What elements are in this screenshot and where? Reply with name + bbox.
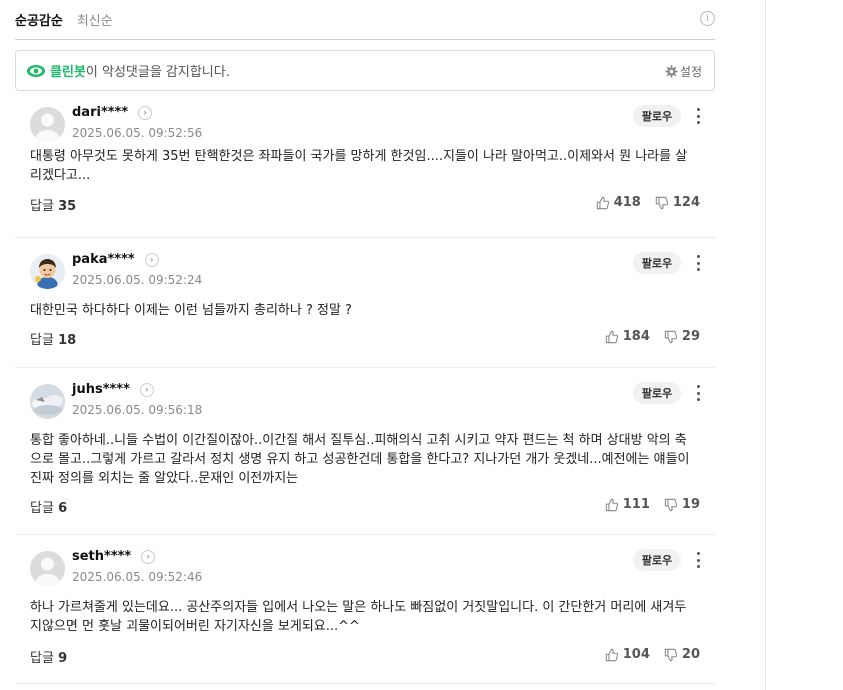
follow-button[interactable]: 팔로우: [633, 105, 681, 127]
dislike-button[interactable]: 124: [655, 195, 700, 210]
like-button[interactable]: 418: [596, 195, 641, 210]
like-button[interactable]: 104: [605, 647, 650, 662]
thumbs-down-icon: [655, 196, 668, 209]
vote-group: 104 20: [591, 647, 700, 662]
settings-label: 설정: [679, 65, 702, 79]
username-row: dari**** ›: [72, 105, 153, 120]
dislike-button[interactable]: 19: [664, 497, 700, 512]
reply-button[interactable]: 답글 35: [30, 195, 76, 214]
reply-label: 답글: [30, 651, 54, 666]
sort-tab-popular[interactable]: 순공감순: [15, 10, 63, 29]
cleanbot-message: 이 악성댓글을 감지합니다.: [85, 65, 230, 80]
thumbs-up-icon: [605, 498, 618, 511]
sort-bar: 순공감순 최신순 i: [15, 0, 715, 40]
info-icon[interactable]: i: [700, 11, 715, 26]
comment-text: 하나 가르쳐줄게 있는데요... 공산주의자들 입에서 나오는 말은 하나도 빠…: [30, 600, 687, 634]
thumbs-down-icon: [664, 330, 677, 343]
thumbs-down-icon: [664, 498, 677, 511]
more-options-icon[interactable]: [695, 254, 701, 272]
reply-count: 18: [58, 333, 77, 348]
dislike-button[interactable]: 29: [664, 329, 700, 344]
timestamp: 2025.06.05. 09:56:18: [72, 403, 203, 417]
vote-group: 111 19: [591, 497, 700, 512]
right-divider: [765, 0, 766, 690]
vote-group: 418 124: [582, 195, 700, 210]
cleanbot-settings-button[interactable]: 설정: [665, 63, 702, 80]
more-options-icon[interactable]: [695, 384, 701, 402]
reply-label: 답글: [30, 333, 54, 348]
reply-count: 35: [58, 199, 77, 214]
chevron-right-icon[interactable]: ›: [139, 382, 154, 397]
more-options-icon[interactable]: [695, 107, 701, 125]
follow-button[interactable]: 팔로우: [633, 549, 681, 571]
like-count: 111: [622, 497, 650, 512]
chevron-right-icon[interactable]: ›: [141, 549, 156, 564]
reply-button[interactable]: 답글 6: [30, 497, 67, 516]
more-options-icon[interactable]: [695, 551, 701, 569]
dislike-count: 124: [672, 195, 700, 210]
cleanbot-logo-icon: [27, 64, 45, 77]
dislike-count: 29: [681, 329, 700, 344]
timestamp: 2025.06.05. 09:52:46: [72, 570, 203, 584]
like-count: 184: [622, 329, 650, 344]
comment-text: 대통령 아무것도 못하게 35번 탄핵한것은 좌파들이 국가를 망하게 한것임.…: [30, 149, 688, 183]
username[interactable]: paka****: [72, 252, 135, 267]
like-count: 418: [613, 195, 641, 210]
avatar[interactable]: [30, 384, 65, 419]
thumbs-up-icon: [596, 196, 609, 209]
reply-count: 9: [58, 651, 68, 666]
gear-icon: [665, 65, 678, 78]
timestamp: 2025.06.05. 09:52:24: [72, 273, 203, 287]
comment-item: dari**** › 2025.06.05. 09:52:56 팔로우 대통령 …: [15, 91, 715, 238]
username[interactable]: dari****: [72, 105, 128, 120]
like-button[interactable]: 111: [605, 497, 650, 512]
reply-label: 답글: [30, 501, 54, 516]
dislike-button[interactable]: 20: [664, 647, 700, 662]
comment-section: 순공감순 최신순 i 클린봇 이 악성댓글을 감지합니다. 설정 dari***…: [15, 0, 715, 684]
username-row: seth**** ›: [72, 549, 156, 564]
avatar[interactable]: [30, 254, 65, 289]
follow-button[interactable]: 팔로우: [633, 252, 681, 274]
thumbs-down-icon: [664, 648, 677, 661]
dislike-count: 19: [681, 497, 700, 512]
reply-button[interactable]: 답글 9: [30, 647, 67, 666]
sort-tab-latest[interactable]: 최신순: [77, 10, 113, 29]
reply-button[interactable]: 답글 18: [30, 329, 76, 348]
chevron-right-icon[interactable]: ›: [138, 105, 153, 120]
username-row: juhs**** ›: [72, 382, 154, 397]
dislike-count: 20: [681, 647, 700, 662]
vote-group: 184 29: [591, 329, 700, 344]
username[interactable]: juhs****: [72, 382, 130, 397]
reply-count: 6: [58, 501, 68, 516]
reply-label: 답글: [30, 199, 54, 214]
username[interactable]: seth****: [72, 549, 131, 564]
comment-item: juhs**** › 2025.06.05. 09:56:18 팔로우 통합 좋…: [15, 368, 715, 535]
comment-text: 통합 좋아하네..니들 수법이 이간질이잖아..이간질 해서 질투심..피해의식…: [30, 433, 690, 486]
chevron-right-icon[interactable]: ›: [144, 252, 159, 267]
like-button[interactable]: 184: [605, 329, 650, 344]
cleanbot-name: 클린봇: [50, 65, 86, 80]
comment-item: paka**** › 2025.06.05. 09:52:24 팔로우 대한민국…: [15, 238, 715, 368]
comment-item: seth**** › 2025.06.05. 09:52:46 팔로우 하나 가…: [15, 535, 715, 684]
follow-button[interactable]: 팔로우: [633, 382, 681, 404]
timestamp: 2025.06.05. 09:52:56: [72, 126, 203, 140]
thumbs-up-icon: [605, 648, 618, 661]
avatar[interactable]: [30, 107, 65, 142]
like-count: 104: [622, 647, 650, 662]
avatar[interactable]: [30, 551, 65, 586]
cleanbot-banner: 클린봇 이 악성댓글을 감지합니다. 설정: [15, 50, 715, 91]
comment-text: 대한민국 하다하다 이제는 이런 넘들까지 총리하나 ? 정말 ?: [30, 303, 352, 318]
username-row: paka**** ›: [72, 252, 159, 267]
thumbs-up-icon: [605, 330, 618, 343]
